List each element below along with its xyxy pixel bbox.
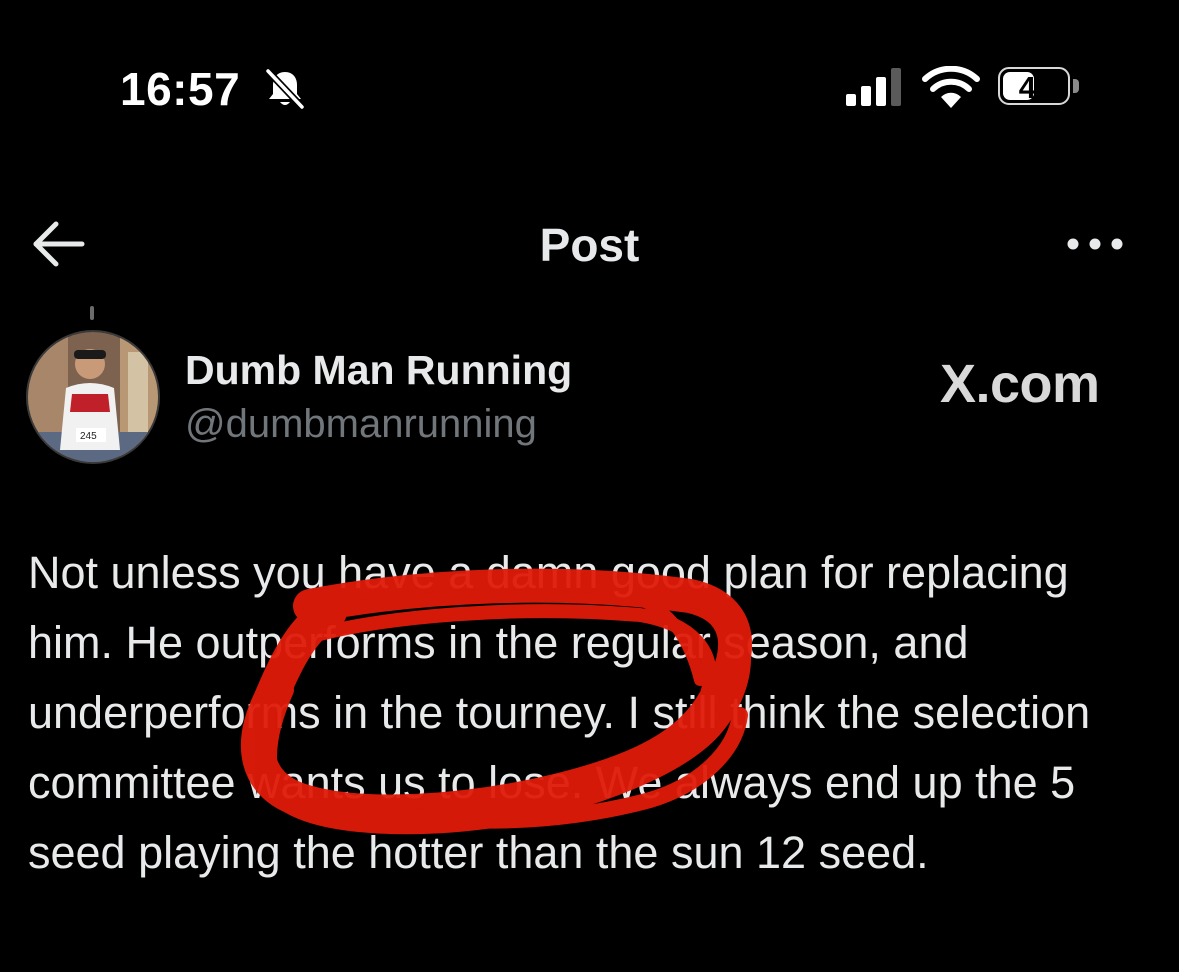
status-time: 16:57	[120, 63, 241, 115]
author-name[interactable]: Dumb Man Running	[185, 347, 572, 394]
author-row: 245 Dumb Man Running @dumbmanrunning X.c…	[0, 325, 1179, 465]
wifi-icon	[922, 66, 980, 108]
author-handle[interactable]: @dumbmanrunning	[185, 402, 537, 447]
battery-tip	[1073, 79, 1079, 93]
cellular-signal-icon	[846, 68, 901, 106]
post-text: Not unless you have a damn good plan for…	[28, 547, 1091, 878]
svg-text:245: 245	[80, 431, 97, 442]
battery-icon: 47	[998, 67, 1082, 107]
bell-slash-icon	[265, 68, 305, 110]
battery-level: 47	[1018, 70, 1054, 105]
avatar-image: 245	[28, 332, 158, 462]
battery-body: 47	[998, 67, 1070, 105]
status-bar: 16:57 47	[0, 0, 1179, 150]
more-horizontal-icon[interactable]	[1060, 224, 1130, 264]
avatar[interactable]: 245	[26, 330, 160, 464]
thread-connector	[90, 306, 94, 320]
watermark: X.com	[940, 354, 1100, 414]
page-title: Post	[539, 219, 640, 271]
nav-bar: Post	[0, 200, 1179, 290]
